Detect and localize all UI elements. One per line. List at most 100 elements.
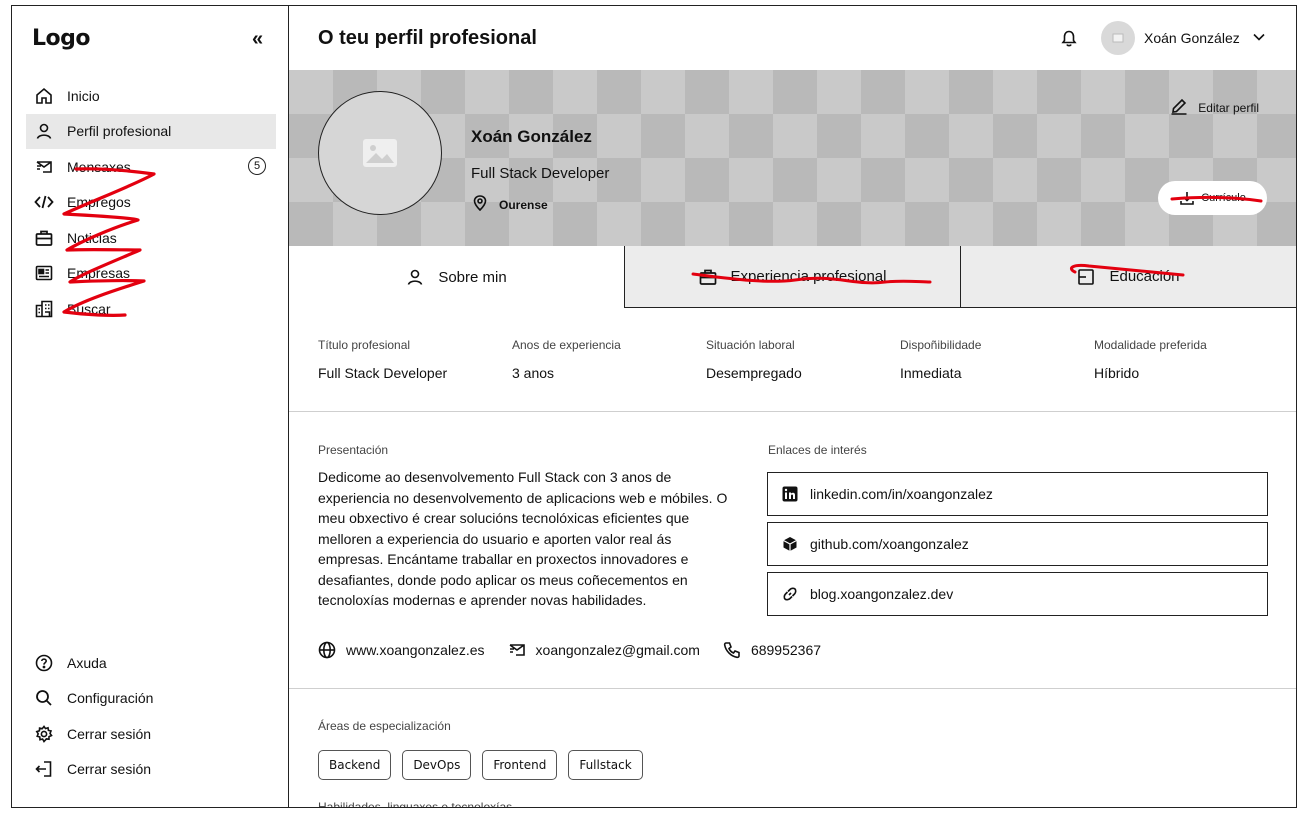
links-label: Enlaces de interés (768, 443, 867, 457)
chevron-down-icon (1252, 29, 1266, 47)
contact-email[interactable]: xoangonzalez@gmail.com (508, 641, 700, 659)
sidebar: Logo « Inicio Perfil profesional Mensaxe… (12, 6, 289, 807)
avatar (1101, 21, 1135, 55)
search-icon (34, 688, 54, 708)
profile-role: Full Stack Developer (471, 165, 610, 182)
link-text: linkedin.com/in/xoangonzalez (810, 486, 993, 502)
info-modalidade: Modalidade preferida Híbrido (1094, 338, 1288, 381)
linkedin-icon (782, 486, 798, 502)
app-frame: Logo « Inicio Perfil profesional Mensaxe… (11, 5, 1297, 808)
notifications-bell-icon[interactable] (1059, 28, 1079, 53)
sidebar-item-empresas[interactable]: Empresas (26, 256, 276, 292)
sidebar-item-logout[interactable]: Cerrar sesión (26, 752, 276, 788)
user-icon (406, 268, 424, 286)
section-divider (289, 688, 1296, 689)
sidebar-item-cerrar-sesion[interactable]: Cerrar sesión (26, 716, 276, 752)
building-icon (34, 299, 54, 319)
info-label: Anos de experiencia (512, 338, 621, 352)
red-scribble (1170, 195, 1263, 203)
logo: Logo (32, 26, 91, 51)
help-icon (34, 653, 54, 673)
profile-banner: Xoán González Full Stack Developer Ouren… (289, 70, 1296, 247)
red-scribble (1070, 264, 1185, 277)
areas-chips: Backend DevOps Frontend Fullstack (318, 750, 654, 780)
edit-profile-button[interactable]: Editar perfil (1170, 97, 1259, 118)
info-value: 3 anos (512, 365, 555, 381)
collapse-sidebar-button[interactable]: « (252, 28, 263, 51)
info-label: Dispoñibilidade (900, 338, 982, 352)
logout-icon (34, 759, 54, 779)
sidebar-item-configuracion[interactable]: Configuración (26, 681, 276, 717)
sidebar-item-label: Mensaxes (67, 158, 131, 175)
download-cv-button[interactable]: Currículo (1158, 181, 1267, 215)
user-menu[interactable]: Xoán González (1101, 21, 1266, 55)
unread-badge: 5 (248, 157, 266, 175)
red-scribble (691, 272, 932, 285)
contact-website[interactable]: www.xoangonzalez.es (318, 641, 485, 659)
link-blog[interactable]: blog.xoangonzalez.dev (767, 572, 1268, 616)
page-title: O teu perfil profesional (318, 27, 537, 49)
profile-tabs: Sobre min Experiencia profesional Educac… (289, 246, 1296, 308)
info-experiencia: Anos de experiencia 3 anos (512, 338, 706, 381)
section-divider (289, 411, 1296, 412)
github-icon (782, 536, 798, 552)
briefcase-icon (34, 228, 54, 248)
sidebar-item-noticias[interactable]: Noticias (26, 220, 276, 256)
website-text: www.xoangonzalez.es (346, 642, 485, 658)
sidebar-item-mensaxes[interactable]: Mensaxes 5 (26, 149, 276, 185)
home-icon (34, 86, 54, 106)
info-label: Situación laboral (706, 338, 795, 352)
main-content: O teu perfil profesional Xoán González X… (289, 6, 1296, 807)
link-github[interactable]: github.com/xoangonzalez (767, 522, 1268, 566)
info-value: Inmediata (900, 365, 962, 381)
sidebar-item-label: Buscar (67, 300, 111, 317)
tab-experiencia[interactable]: Experiencia profesional (625, 246, 961, 308)
sidebar-item-label: Empresas (67, 265, 131, 282)
info-situacion: Situación laboral Desempregado (706, 338, 900, 381)
phone-icon (723, 641, 741, 659)
contact-phone[interactable]: 689952367 (723, 641, 821, 659)
phone-text: 689952367 (750, 642, 822, 658)
tab-label: Sobre min (438, 268, 507, 286)
profile-summary: Título profesional Full Stack Developer … (318, 338, 1296, 381)
link-text: github.com/xoangonzalez (810, 536, 969, 552)
sidebar-item-inicio[interactable]: Inicio (26, 78, 276, 114)
tab-sobre-min[interactable]: Sobre min (289, 246, 625, 308)
profile-photo[interactable] (318, 91, 442, 215)
email-text: xoangonzalez@gmail.com (535, 642, 700, 658)
gear-icon (34, 724, 54, 744)
pencil-icon (1170, 97, 1188, 118)
sidebar-item-label: Perfil profesional (67, 123, 172, 140)
sidebar-nav: Inicio Perfil profesional Mensaxes 5 Emp… (26, 78, 276, 327)
chip-backend[interactable]: Backend (318, 750, 392, 780)
sidebar-item-perfil[interactable]: Perfil profesional (26, 113, 276, 149)
sidebar-item-label: Empregos (67, 194, 131, 211)
sidebar-item-label: Noticias (67, 229, 117, 246)
link-linkedin[interactable]: linkedin.com/in/xoangonzalez (767, 472, 1268, 516)
edit-profile-label: Editar perfil (1198, 100, 1259, 115)
info-label: Título profesional (318, 338, 411, 352)
presentation-text: Dedicome ao desenvolvemento Full Stack c… (318, 469, 728, 608)
contact-row: www.xoangonzalez.es xoangonzalez@gmail.c… (318, 641, 844, 659)
sidebar-bottom-nav: Axuda Configuración Cerrar sesión Cerrar… (26, 645, 276, 787)
sidebar-item-label: Axuda (67, 654, 107, 671)
location-label: Ourense (499, 197, 548, 212)
chip-devops[interactable]: DevOps (402, 750, 472, 780)
areas-label: Áreas de especialización (318, 719, 451, 733)
sidebar-item-buscar[interactable]: Buscar (26, 291, 276, 327)
image-placeholder-icon (363, 139, 397, 167)
link-icon (782, 586, 798, 602)
sidebar-item-label: Configuración (67, 690, 154, 707)
sidebar-item-label: Cerrar sesión (67, 725, 152, 742)
tab-educacion[interactable]: Educación (961, 246, 1296, 308)
sidebar-item-empregos[interactable]: Empregos (26, 185, 276, 221)
profile-name: Xoán González (471, 127, 592, 146)
sidebar-item-label: Inicio (67, 87, 100, 104)
sidebar-item-axuda[interactable]: Axuda (26, 645, 276, 681)
info-value: Full Stack Developer (318, 365, 448, 381)
presentation-label: Presentación (318, 443, 389, 457)
mail-icon (34, 157, 54, 177)
location-pin-icon (473, 195, 487, 214)
chip-frontend[interactable]: Frontend (482, 750, 558, 780)
chip-fullstack[interactable]: Fullstack (568, 750, 643, 780)
